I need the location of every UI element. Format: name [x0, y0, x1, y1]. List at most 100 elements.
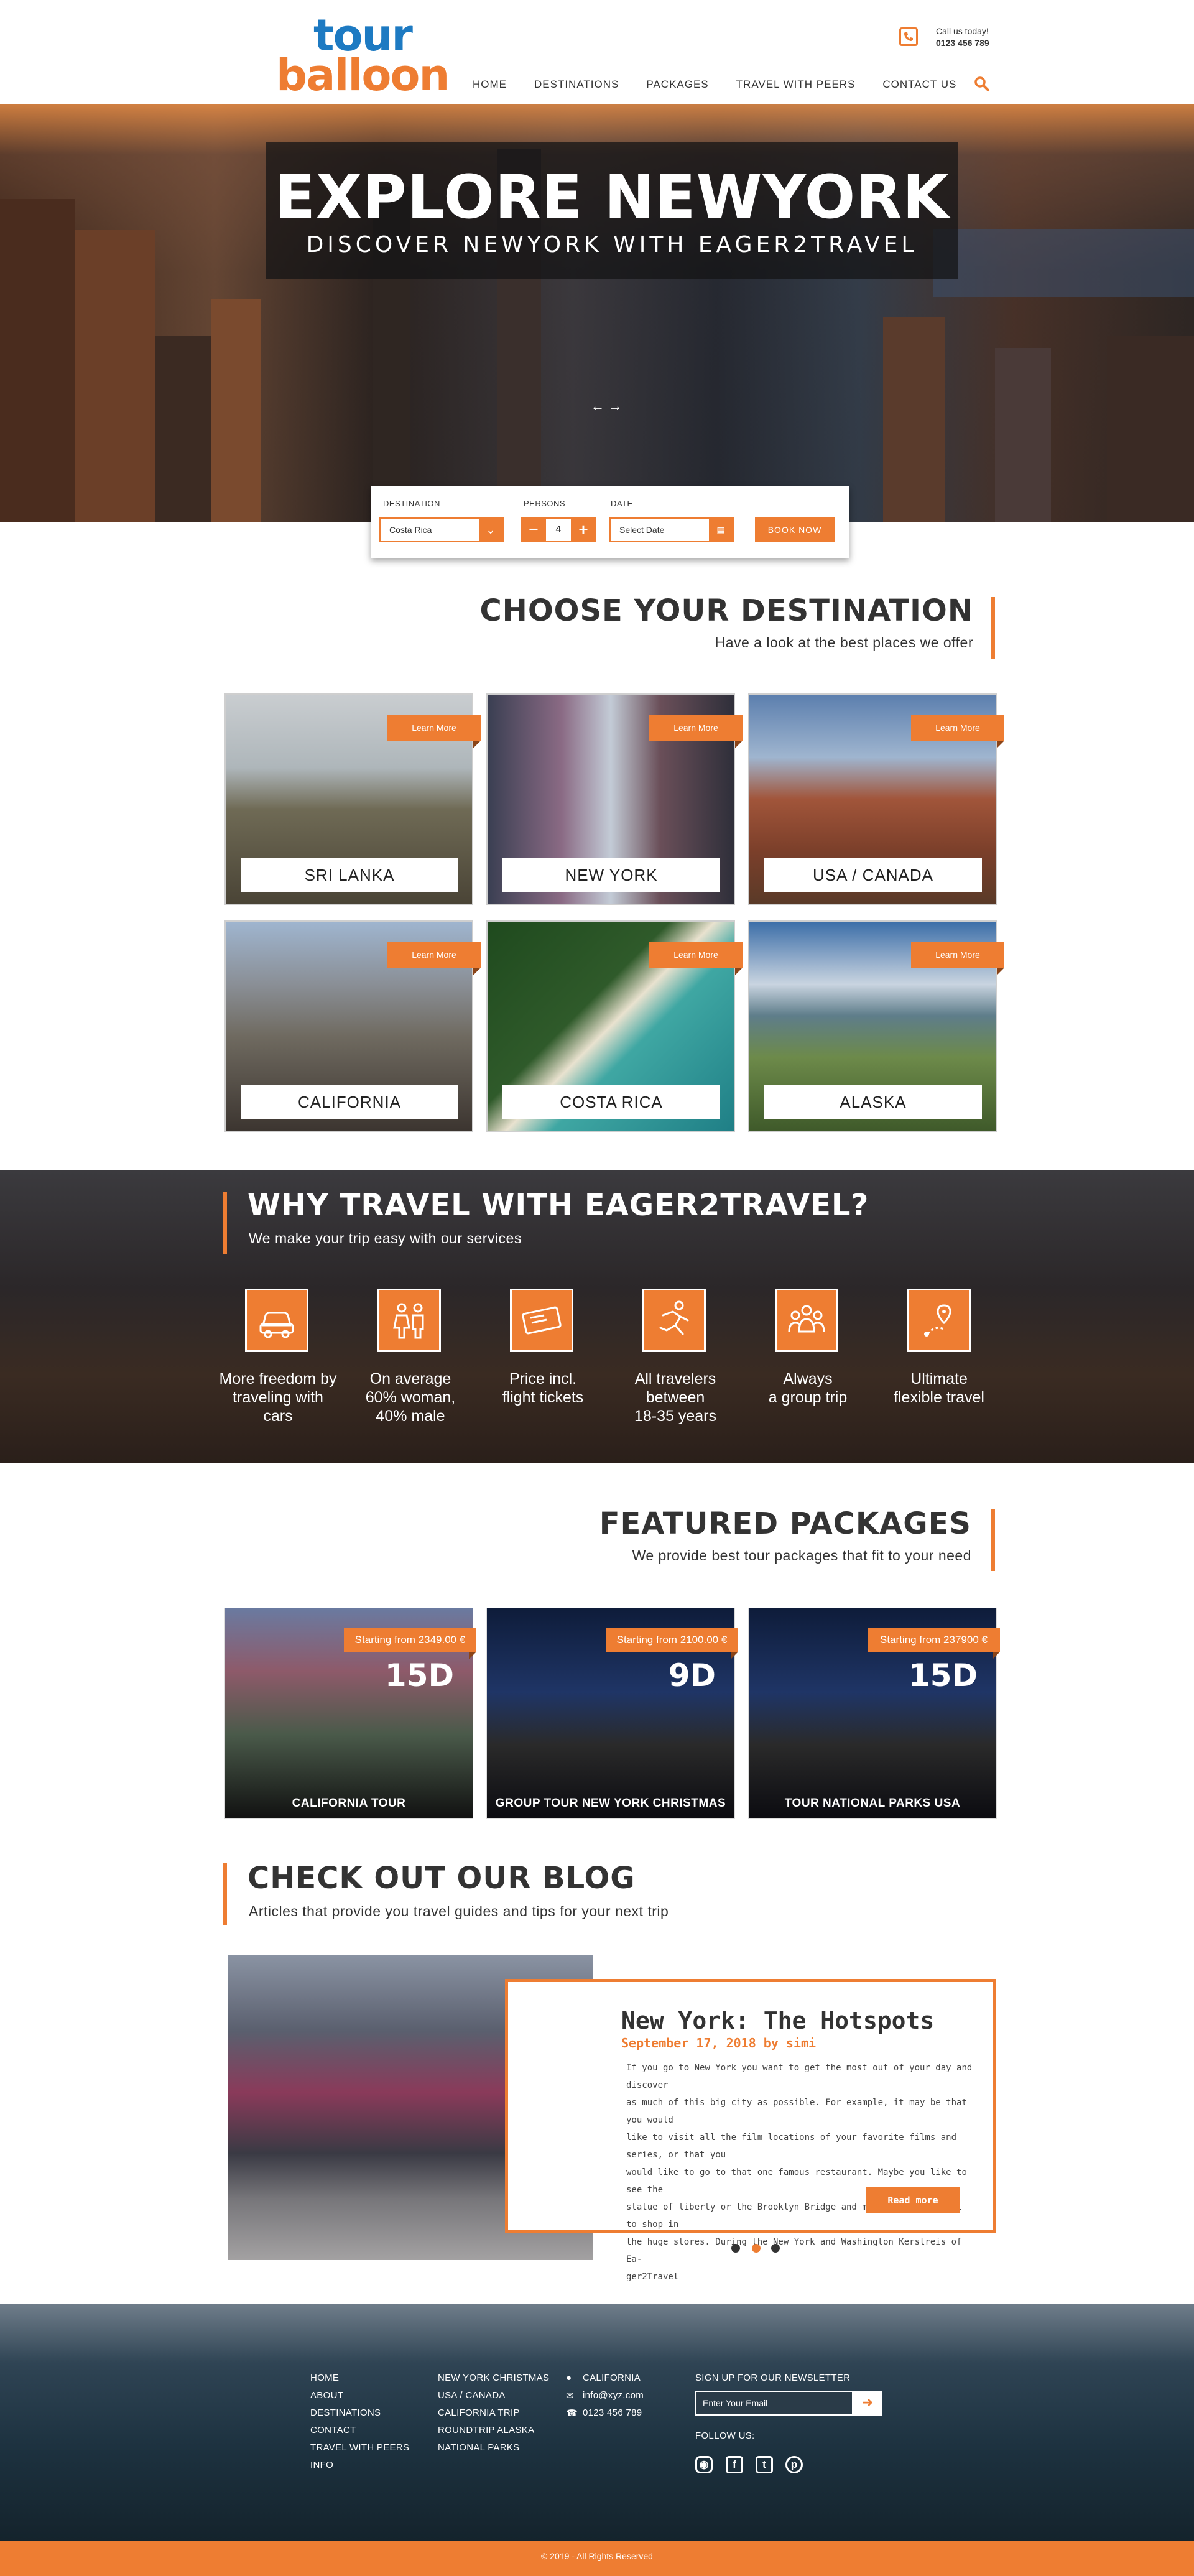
- building-shape: [0, 199, 75, 522]
- contact-email[interactable]: info@xyz.com: [583, 2390, 644, 2401]
- slider-arrows[interactable]: ← →: [591, 398, 628, 414]
- why-line: More freedom by: [219, 1370, 337, 1388]
- carousel-dot[interactable]: [731, 2244, 740, 2253]
- destinations-title: CHOOSE YOUR DESTINATION: [479, 593, 973, 628]
- contact-location: CALIFORNIA: [583, 2373, 641, 2383]
- package-price-tag: Starting from 2100.00 €: [606, 1628, 738, 1659]
- learn-more-button[interactable]: Learn More: [911, 715, 1004, 748]
- runner-icon: [642, 1289, 706, 1352]
- footer-link[interactable]: DESTINATIONS: [310, 2407, 381, 2418]
- why-title: WHY TRAVEL WITH EAGER2TRAVEL?: [248, 1188, 869, 1223]
- building-shape: [75, 230, 155, 522]
- facebook-icon[interactable]: f: [726, 2456, 743, 2473]
- why-line: 60% woman,: [365, 1389, 456, 1406]
- footer-link[interactable]: ABOUT: [310, 2390, 343, 2401]
- building-shape: [211, 299, 261, 522]
- destination-name: ALASKA: [764, 1085, 982, 1119]
- destination-select[interactable]: Costa Rica ⌄: [379, 517, 504, 542]
- destination-label: DESTINATION: [383, 499, 440, 508]
- twitter-icon[interactable]: t: [756, 2456, 773, 2473]
- phone-icon: [899, 27, 918, 46]
- pinterest-icon[interactable]: p: [785, 2456, 803, 2473]
- booking-form: DESTINATION Costa Rica ⌄ PERSONS − 4 + D…: [371, 486, 849, 558]
- accent-bar: [223, 1863, 227, 1925]
- package-days: 15D: [384, 1657, 454, 1693]
- nav-contact-us[interactable]: CONTACT US: [882, 73, 956, 98]
- building-shape: [1107, 336, 1194, 522]
- footer-link[interactable]: HOME: [310, 2373, 339, 2383]
- follow-label: FOLLOW US:: [695, 2430, 755, 2441]
- newsletter-email-input[interactable]: Enter Your Email: [695, 2391, 853, 2416]
- building-shape: [883, 317, 945, 522]
- destination-name: USA / CANADA: [764, 858, 982, 892]
- why-item-text: More freedom by traveling with cars: [203, 1369, 353, 1425]
- blog-post-title[interactable]: New York: The Hotspots: [621, 2007, 934, 2034]
- blog-subtitle: Articles that provide you travel guides …: [249, 1903, 669, 1919]
- site-footer: HOME ABOUT DESTINATIONS CONTACT TRAVEL W…: [0, 2304, 1194, 2541]
- ticket-icon: [510, 1289, 573, 1352]
- learn-more-button[interactable]: Learn More: [649, 942, 743, 975]
- nav-home[interactable]: HOME: [473, 73, 507, 98]
- calendar-icon: ▦: [709, 519, 733, 541]
- copyright-text: © 2019 - All Rights Reserved: [541, 2551, 653, 2561]
- call-number[interactable]: 0123 456 789: [936, 38, 989, 48]
- read-more-button[interactable]: Read more: [866, 2187, 960, 2213]
- carousel-dot[interactable]: [771, 2244, 780, 2253]
- search-icon[interactable]: [974, 76, 990, 92]
- instagram-icon[interactable]: ◉: [695, 2456, 713, 2473]
- hero-title: EXPLORE NEWYORK: [274, 162, 950, 232]
- carousel-dot-active[interactable]: [752, 2244, 761, 2253]
- footer-link[interactable]: NATIONAL PARKS: [438, 2442, 519, 2453]
- why-item-text: On average 60% woman, 40% male: [336, 1369, 485, 1425]
- why-line: Ultimate: [910, 1370, 968, 1388]
- footer-link[interactable]: CONTACT: [310, 2425, 356, 2435]
- footer-link[interactable]: TRAVEL WITH PEERS: [310, 2442, 409, 2453]
- accent-bar: [991, 597, 995, 659]
- decrement-button[interactable]: −: [521, 517, 546, 542]
- learn-more-button[interactable]: Learn More: [911, 942, 1004, 975]
- footer-link[interactable]: CALIFORNIA TRIP: [438, 2407, 520, 2418]
- nav-travel-with-peers[interactable]: TRAVEL WITH PEERS: [736, 73, 856, 98]
- date-label: DATE: [611, 499, 633, 508]
- chevron-down-icon: ⌄: [479, 519, 502, 541]
- tour-balloon-logo[interactable]: tour balloon: [276, 14, 450, 97]
- why-line: On average: [369, 1370, 451, 1388]
- location-icon: ●: [566, 2373, 572, 2383]
- persons-value[interactable]: 4: [546, 517, 571, 542]
- accent-bar: [991, 1509, 995, 1571]
- packages-title: FEATURED PACKAGES: [599, 1506, 971, 1541]
- destination-name: CALIFORNIA: [241, 1085, 458, 1119]
- hero-subtitle: DISCOVER NEWYORK WITH EAGER2TRAVEL: [306, 232, 918, 257]
- car-icon: [245, 1289, 308, 1352]
- blog-post-card: New York: The Hotspots September 17, 201…: [505, 1979, 996, 2282]
- learn-more-button[interactable]: Learn More: [649, 715, 743, 748]
- nav-packages[interactable]: PACKAGES: [646, 73, 708, 98]
- arrow-right-icon[interactable]: ➜: [853, 2391, 882, 2416]
- footer-link[interactable]: ROUNDTRIP ALASKA: [438, 2425, 534, 2435]
- footer-link[interactable]: INFO: [310, 2460, 333, 2470]
- logo-line2: balloon: [276, 50, 450, 101]
- people-gender-icon: [377, 1289, 441, 1352]
- blog-post-date: September 17, 2018 by simi: [621, 2036, 817, 2050]
- package-days: 9D: [668, 1657, 716, 1693]
- why-line: Always: [783, 1370, 833, 1388]
- footer-link[interactable]: NEW YORK CHRISTMAS: [438, 2373, 549, 2383]
- increment-button[interactable]: +: [571, 517, 596, 542]
- why-line: All travelers: [634, 1370, 716, 1388]
- building-shape: [155, 336, 211, 522]
- newsletter-label: SIGN UP FOR OUR NEWSLETTER: [695, 2373, 851, 2383]
- accent-bar: [223, 1192, 227, 1254]
- call-label: Call us today!: [936, 26, 989, 36]
- learn-more-button[interactable]: Learn More: [387, 715, 481, 748]
- blog-title: CHECK OUT OUR BLOG: [248, 1861, 636, 1896]
- package-name: TOUR NATIONAL PARKS USA: [784, 1797, 961, 1810]
- learn-more-button[interactable]: Learn More: [387, 942, 481, 975]
- package-name: GROUP TOUR NEW YORK CHRISTMAS: [495, 1797, 726, 1810]
- contact-phone[interactable]: 0123 456 789: [583, 2407, 642, 2418]
- book-now-button[interactable]: BOOK NOW: [755, 517, 835, 542]
- nav-destinations[interactable]: DESTINATIONS: [534, 73, 619, 98]
- footer-link[interactable]: USA / CANADA: [438, 2390, 506, 2401]
- destination-name: NEW YORK: [502, 858, 720, 892]
- why-line: 18-35 years: [634, 1407, 717, 1425]
- date-field[interactable]: Select Date ▦: [609, 517, 734, 542]
